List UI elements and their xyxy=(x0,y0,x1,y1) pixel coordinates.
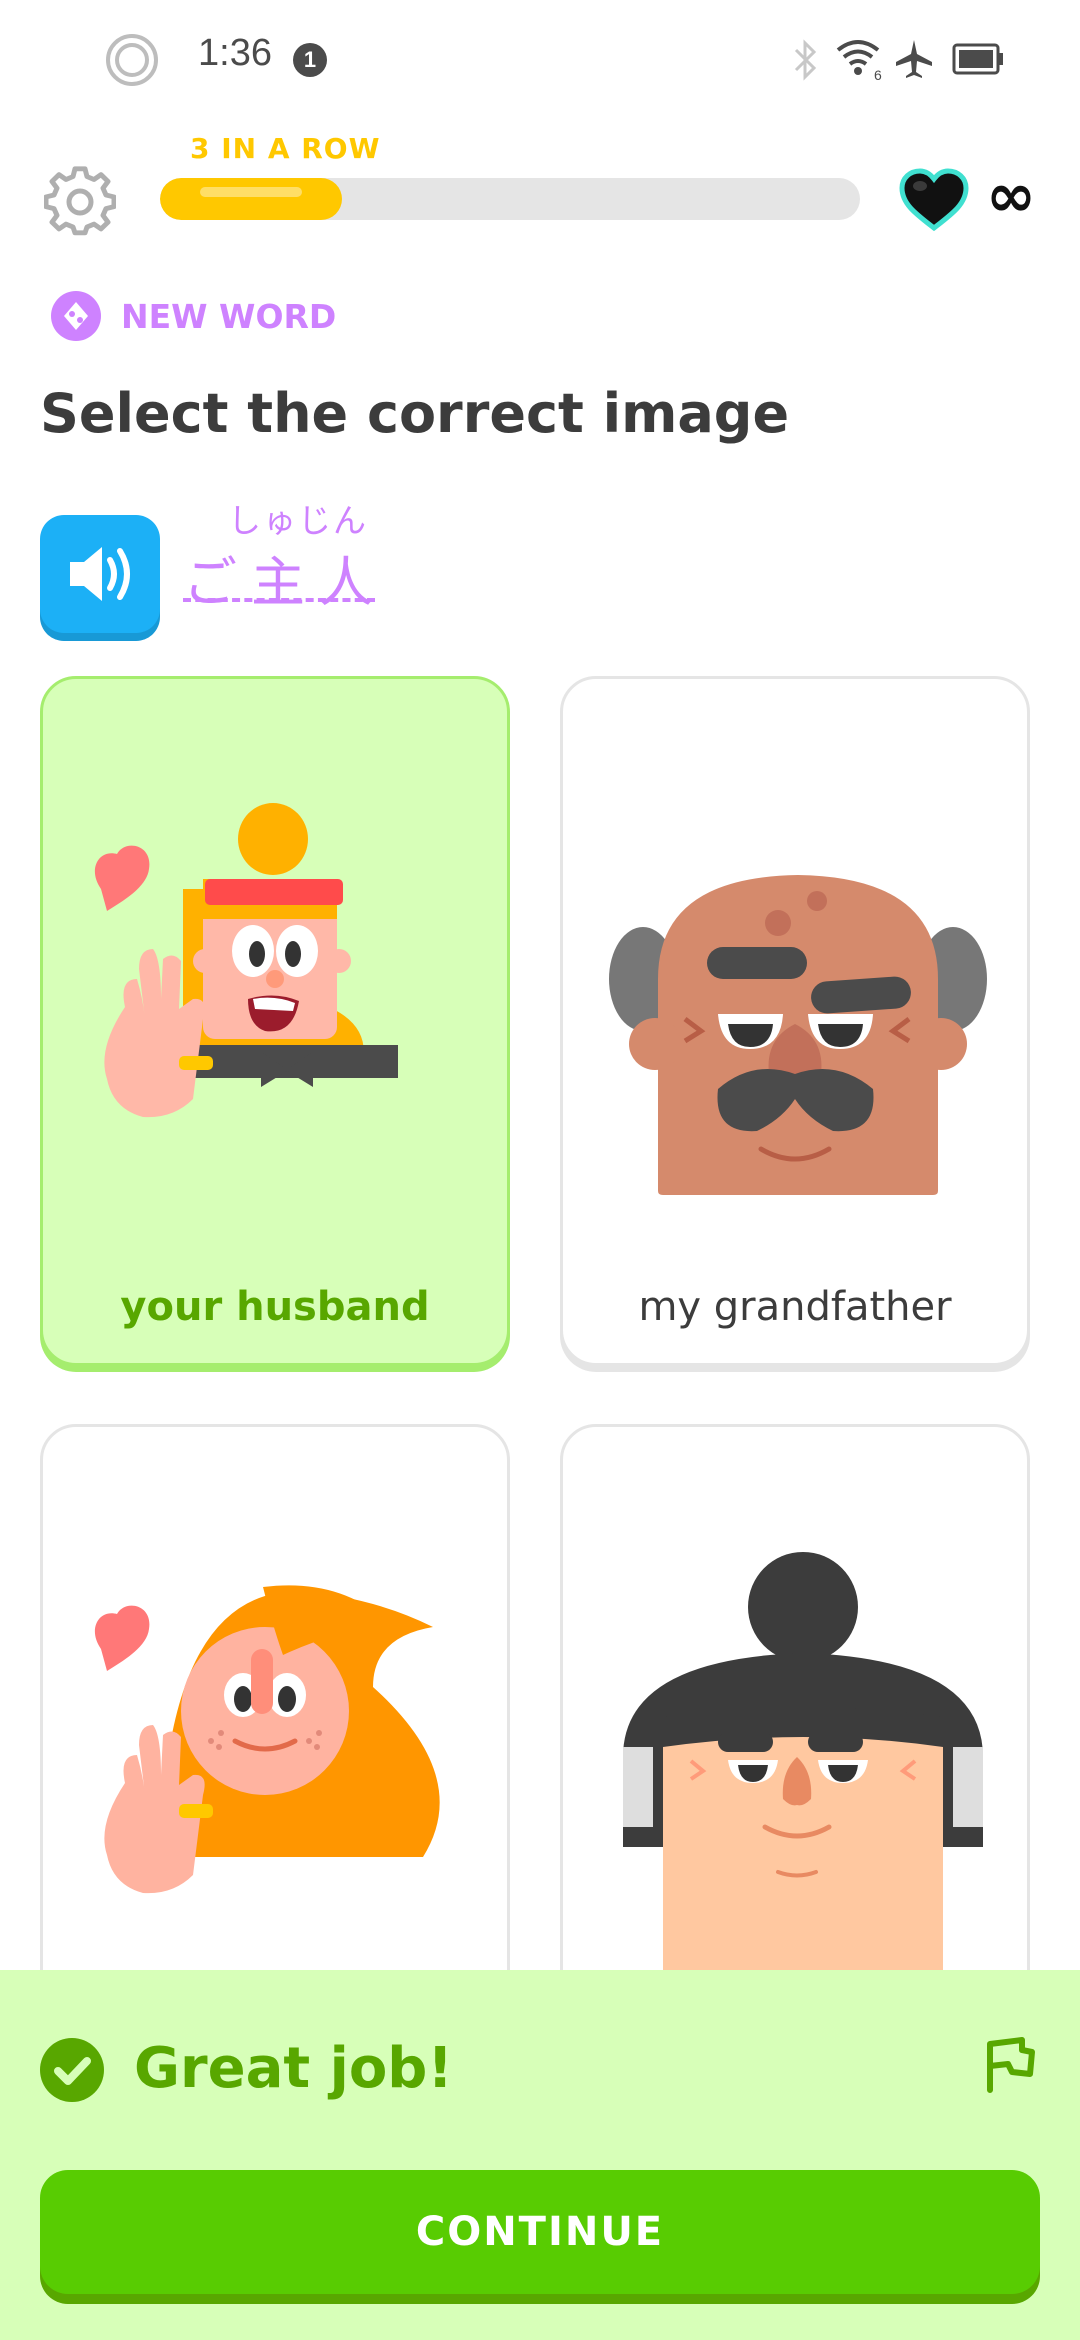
infinity-icon: ∞ xyxy=(986,161,1036,231)
choice-card-1[interactable]: your husband xyxy=(40,676,510,1366)
prompt-title: Select the correct image xyxy=(40,382,790,445)
heart-icon[interactable] xyxy=(898,168,970,232)
play-audio-button[interactable] xyxy=(40,515,160,633)
continue-button[interactable]: CONTINUE xyxy=(40,2170,1040,2294)
progress-shine xyxy=(200,187,302,197)
check-icon xyxy=(40,2038,104,2102)
word-underline xyxy=(183,598,375,602)
grandfather-illustration xyxy=(609,875,987,1195)
wife-illustration xyxy=(94,1585,440,1894)
word-furigana: しゅじん xyxy=(228,501,368,540)
sumo-man-illustration xyxy=(623,1552,983,2027)
battery-icon xyxy=(952,43,1003,75)
airplane-icon xyxy=(896,40,932,78)
ring-icon xyxy=(106,34,158,86)
husband-illustration xyxy=(94,803,398,1118)
target-word[interactable]: ご主人 xyxy=(183,538,387,617)
new-word-label: NEW WORD xyxy=(121,297,337,336)
choice-label-2: my grandfather xyxy=(638,1284,952,1330)
svg-text:6: 6 xyxy=(874,67,882,82)
flag-icon[interactable] xyxy=(982,2034,1038,2094)
lesson-progress-bar xyxy=(160,178,860,220)
progress-fill xyxy=(160,178,342,220)
notification-badge: 1 xyxy=(293,43,327,77)
streak-label: 3 IN A ROW xyxy=(190,132,381,165)
feedback-title: Great job! xyxy=(134,2036,453,2101)
status-time: 1:36 xyxy=(198,32,272,74)
gear-icon[interactable] xyxy=(44,166,116,238)
wifi-icon: 6 xyxy=(836,40,882,82)
new-word-icon xyxy=(51,291,101,341)
speaker-icon xyxy=(70,547,130,601)
bluetooth-icon xyxy=(794,39,817,81)
choice-label-1: your husband xyxy=(120,1284,430,1330)
choice-card-2[interactable]: my grandfather xyxy=(560,676,1030,1366)
